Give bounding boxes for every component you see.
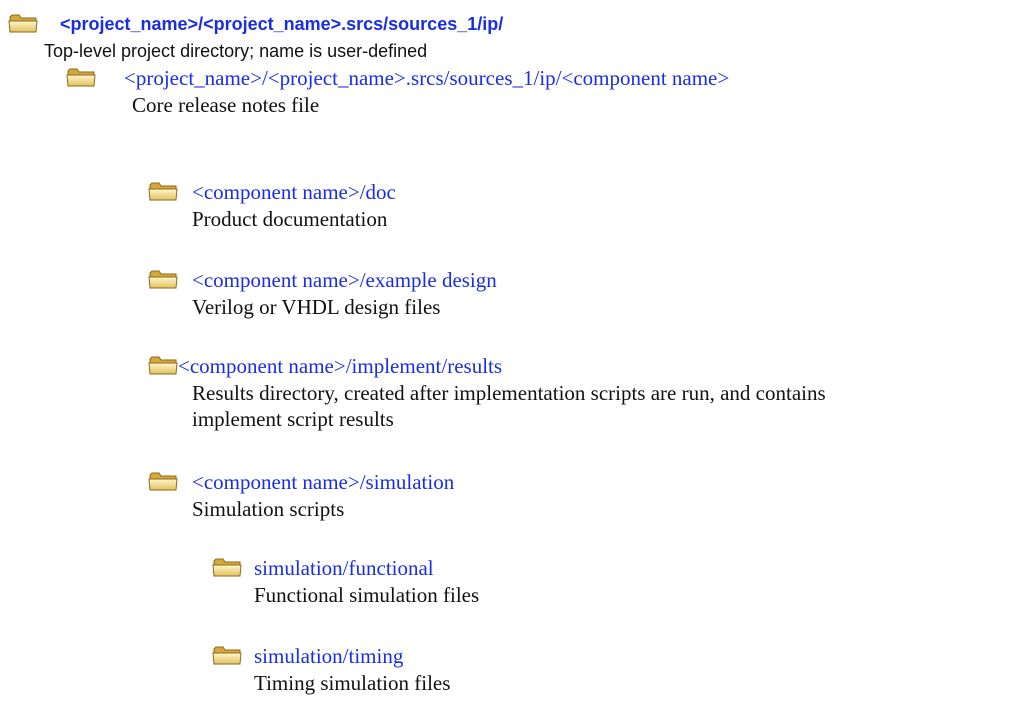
folder-icon xyxy=(148,356,178,375)
directory-description: Results directory, created after impleme… xyxy=(192,381,826,431)
folder-icon xyxy=(148,270,178,289)
folder-icon xyxy=(148,182,178,201)
directory-link[interactable]: simulation/functional xyxy=(254,554,434,582)
directory-description: Functional simulation files xyxy=(254,583,480,607)
folder-icon xyxy=(212,558,242,577)
directory-description: Core release notes file xyxy=(132,93,320,117)
tree-item-project-root: <project_name>/<project_name>.srcs/sourc… xyxy=(8,10,884,64)
directory-link[interactable]: <project_name>/<project_name>.srcs/sourc… xyxy=(124,64,729,92)
tree-item-component-root: <project_name>/<project_name>.srcs/sourc… xyxy=(66,64,972,118)
folder-icon xyxy=(212,646,242,665)
directory-description: Verilog or VHDL design files xyxy=(192,295,441,319)
tree-item-doc: <component name>/doc Product documentati… xyxy=(148,178,1009,232)
folder-icon xyxy=(8,14,38,33)
directory-link[interactable]: <component name>/simulation xyxy=(192,468,454,496)
directory-description: Top-level project directory; name is use… xyxy=(44,41,428,61)
tree-item-simulation-timing: simulation/timing Timing simulation file… xyxy=(212,642,1009,696)
directory-link[interactable]: simulation/timing xyxy=(254,642,403,670)
directory-link[interactable]: <component name>/doc xyxy=(192,178,396,206)
directory-description: Timing simulation files xyxy=(254,671,451,695)
folder-icon xyxy=(66,68,96,87)
directory-link[interactable]: <component name>/example design xyxy=(192,266,497,294)
tree-item-simulation-functional: simulation/functional Functional simulat… xyxy=(212,554,1009,608)
tree-item-implement-results: <component name>/implement/results Resul… xyxy=(148,352,852,432)
directory-link[interactable]: <project_name>/<project_name>.srcs/sourc… xyxy=(60,10,503,38)
directory-description: Product documentation xyxy=(192,207,388,231)
directory-description: Simulation scripts xyxy=(192,497,345,521)
folder-icon xyxy=(148,472,178,491)
tree-item-example-design: <component name>/example design Verilog … xyxy=(148,266,1009,320)
tree-item-simulation: <component name>/simulation Simulation s… xyxy=(148,468,1009,522)
directory-link[interactable]: <component name>/implement/results xyxy=(178,352,502,380)
